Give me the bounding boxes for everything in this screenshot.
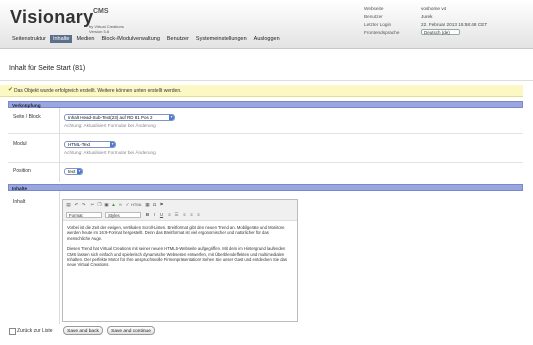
undo-icon[interactable]: ↶ bbox=[74, 202, 79, 207]
success-text: Das Objekt wurde erfolgreich erstellt. W… bbox=[14, 87, 182, 94]
logo: Visionary bbox=[10, 7, 94, 27]
styles-dropdown[interactable]: Styles bbox=[105, 212, 141, 218]
underline-icon[interactable]: U bbox=[159, 212, 164, 217]
version-line: Version 5.8 bbox=[89, 29, 110, 34]
source-icon[interactable]: ▤ bbox=[66, 202, 71, 207]
header: Visionary CMS by Virtual Creations Versi… bbox=[0, 0, 533, 49]
position-select[interactable]: text ▾ bbox=[64, 168, 83, 175]
modul-value: HTML-Text bbox=[68, 142, 91, 147]
rich-text-editor[interactable]: ▤ ↶ ↷ ✂ ❐ ▣ ▲ ∞ ✓ HTML ▦ Ω ⚑ Format Styl… bbox=[62, 199, 298, 322]
format-label: Format bbox=[69, 213, 83, 218]
anchor-icon[interactable]: ⚑ bbox=[159, 202, 164, 207]
version-info: by Virtual Creations Version 5.8 bbox=[89, 24, 124, 34]
align-center-icon[interactable]: ≡ bbox=[189, 212, 194, 217]
save-and-continue-button[interactable]: Save and continue bbox=[107, 326, 155, 335]
editor-paragraph: Vorbei ist die Zeit der ewigen, vertikal… bbox=[67, 225, 285, 241]
redo-icon[interactable]: ↷ bbox=[81, 202, 86, 207]
editor-content[interactable]: Vorbei ist die Zeit der ewigen, vertikal… bbox=[67, 225, 293, 273]
modul-hint: Achtung: Aktualisiert Formular bei Änder… bbox=[64, 150, 156, 155]
format-dropdown[interactable]: Format bbox=[66, 212, 102, 218]
align-left-icon[interactable]: ≡ bbox=[182, 212, 187, 217]
back-to-list-checkbox[interactable] bbox=[9, 328, 16, 335]
frontend-language-select[interactable]: Deutsch (de) bbox=[421, 29, 460, 35]
special-char-icon[interactable]: Ω bbox=[152, 202, 157, 207]
logo-cms: CMS bbox=[93, 8, 109, 15]
nav-benutzer[interactable]: Benutzer bbox=[164, 35, 192, 43]
section-verknuepfung-title: Verknüpfung bbox=[12, 102, 41, 108]
nav-block-modulverwaltung[interactable]: Block-/Modulverwaltung bbox=[99, 35, 163, 43]
nav-inhalte[interactable]: Inhalte bbox=[49, 35, 73, 43]
back-to-list-label: Zurück zur Liste bbox=[17, 328, 53, 334]
section-verknuepfung: Verknüpfung bbox=[8, 101, 523, 108]
frontend-language-label: Frontendsprache bbox=[364, 30, 400, 35]
ordered-list-icon[interactable]: ≡ bbox=[167, 212, 172, 217]
editor-paragraph: Diesen Trend hat Virtual Creations mit s… bbox=[67, 246, 287, 268]
link-icon[interactable]: ∞ bbox=[118, 202, 123, 207]
success-message: ✔ Das Objekt wurde erfolgreich erstellt.… bbox=[0, 85, 523, 97]
position-label: Position bbox=[13, 168, 31, 174]
chevron-down-icon: ▾ bbox=[110, 142, 115, 147]
editor-toolbar-bottom: Format Styles B I U ≡ ☰ ≡ ≡ ≡ bbox=[63, 210, 297, 221]
column-divider bbox=[59, 191, 60, 324]
user-value: Jurek bbox=[421, 14, 433, 19]
row-separator bbox=[8, 162, 523, 163]
website-label: Webseite bbox=[364, 6, 384, 11]
seite-block-hint: Achtung: Aktualisiert Formular bei Änder… bbox=[64, 123, 156, 128]
divider bbox=[0, 80, 533, 81]
nav-ausloggen[interactable]: Ausloggen bbox=[251, 35, 283, 43]
table-icon[interactable]: ▦ bbox=[145, 202, 150, 207]
bold-icon[interactable]: B bbox=[145, 212, 150, 217]
user-label: Benutzer bbox=[364, 14, 383, 19]
modul-label: Modul bbox=[13, 141, 27, 147]
nav-systemeinstellungen[interactable]: Systemeinstellungen bbox=[193, 35, 250, 43]
italic-icon[interactable]: I bbox=[152, 212, 157, 217]
frontend-language-value: Deutsch (de) bbox=[424, 30, 450, 35]
modul-select[interactable]: HTML-Text ▾ bbox=[64, 141, 116, 148]
seite-block-value: Inhalt Head-Sub-Text(23) auf RD 81 Pos 2 bbox=[68, 115, 153, 120]
section-inhalte: Inhalte bbox=[8, 184, 523, 191]
chevron-down-icon: ▾ bbox=[169, 115, 174, 120]
cut-icon[interactable]: ✂ bbox=[90, 202, 95, 207]
styles-label: Styles bbox=[108, 213, 120, 218]
seite-block-label: Seite / Block bbox=[13, 114, 41, 120]
last-login-value: 22. Februar 2013 15:58:48 CET bbox=[421, 22, 488, 27]
save-and-back-button[interactable]: Save and back bbox=[63, 326, 103, 335]
bullet-list-icon[interactable]: ☰ bbox=[174, 212, 179, 217]
image-icon[interactable]: ▲ bbox=[111, 202, 116, 207]
nav-medien[interactable]: Medien bbox=[73, 35, 97, 43]
row-separator bbox=[8, 133, 523, 134]
html-label[interactable]: HTML bbox=[131, 202, 142, 207]
page-title: Inhalt für Seite Start (81) bbox=[9, 65, 86, 72]
position-value: text bbox=[68, 169, 76, 174]
website-value: voshome v4 bbox=[421, 6, 447, 11]
main-nav: Seitenstruktur Inhalte Medien Block-/Mod… bbox=[9, 35, 284, 43]
nav-seitenstruktur[interactable]: Seitenstruktur bbox=[9, 35, 49, 43]
paste-icon[interactable]: ▣ bbox=[104, 202, 109, 207]
seite-block-select[interactable]: Inhalt Head-Sub-Text(23) auf RD 81 Pos 2… bbox=[64, 114, 175, 121]
column-divider bbox=[59, 108, 60, 182]
chevron-down-icon: ▾ bbox=[77, 169, 82, 174]
html-icon[interactable]: ✓ bbox=[125, 202, 130, 207]
inhalt-label: Inhalt bbox=[13, 199, 26, 205]
copy-icon[interactable]: ❐ bbox=[97, 202, 102, 207]
section-inhalte-title: Inhalte bbox=[12, 185, 28, 191]
align-right-icon[interactable]: ≡ bbox=[196, 212, 201, 217]
last-login-label: Letzter Login bbox=[364, 22, 392, 27]
checkmark-icon: ✔ bbox=[8, 87, 14, 93]
